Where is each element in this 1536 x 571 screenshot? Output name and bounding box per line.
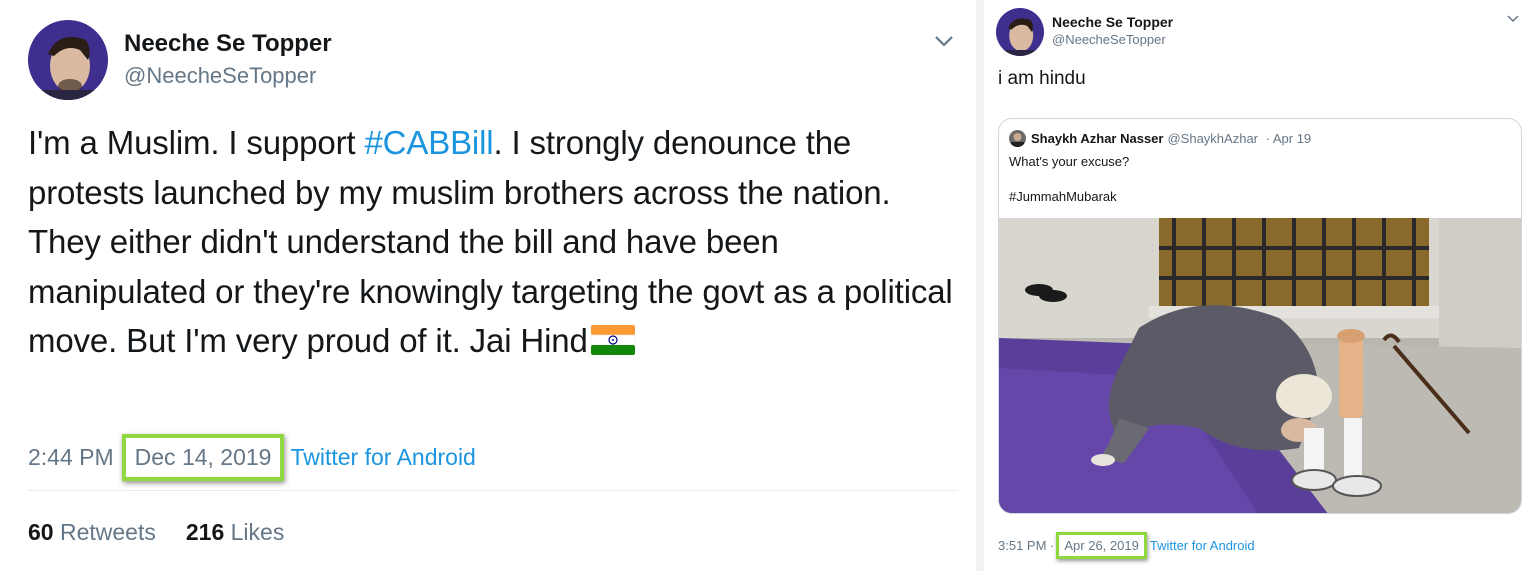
tweet-meta: 3:51 PM · Apr 26, 2019 Twitter for Android (998, 532, 1255, 559)
tweet-date-highlight: Dec 14, 2019 (121, 434, 285, 481)
quoted-avatar (1009, 130, 1026, 147)
quoted-date: · Apr 19 (1265, 131, 1312, 146)
quoted-tweet[interactable]: Shaykh Azhar Nasser @ShaykhAzhar · Apr 19… (998, 118, 1522, 514)
quoted-author-handle: @ShaykhAzhar (1167, 131, 1259, 146)
tweet-source-link[interactable]: Twitter for Android (1150, 538, 1255, 553)
tweet-time[interactable]: 3:51 PM (998, 538, 1046, 553)
author-name[interactable]: Neeche Se Topper (124, 30, 332, 58)
author-handle[interactable]: @NeecheSeTopper (1052, 32, 1166, 47)
retweets-count[interactable]: 60 (28, 519, 54, 545)
tweet-source-link[interactable]: Twitter for Android (290, 444, 475, 470)
tweet-date-highlight: Apr 26, 2019 (1056, 532, 1147, 559)
avatar[interactable] (28, 20, 108, 100)
tweet-date[interactable]: Dec 14, 2019 (135, 444, 272, 470)
quoted-hashtag: #JummahMubarak (1009, 189, 1117, 204)
retweets-label[interactable]: Retweets (60, 519, 156, 545)
india-flag-emoji (590, 320, 636, 355)
tweet-text: I'm a Muslim. I support #CABBill. I stro… (28, 118, 963, 366)
tweet-stats: 60 Retweets 216 Likes (28, 519, 284, 546)
tweet-left: Neeche Se Topper @NeecheSeTopper I'm a M… (0, 0, 972, 571)
avatar[interactable] (996, 8, 1044, 56)
tweet-time[interactable]: 2:44 PM (28, 444, 114, 470)
tweet-date[interactable]: Apr 26, 2019 (1064, 538, 1138, 553)
author-handle[interactable]: @NeecheSeTopper (124, 63, 316, 89)
likes-count[interactable]: 216 (186, 519, 224, 545)
author-name[interactable]: Neeche Se Topper (1052, 14, 1173, 30)
chevron-down-icon[interactable] (1506, 12, 1520, 24)
tweet-text-before: I'm a Muslim. I support (28, 124, 365, 161)
meta-separator: · (1050, 538, 1055, 553)
divider (28, 490, 958, 491)
tweet-text: i am hindu (998, 68, 1086, 89)
likes-label[interactable]: Likes (231, 519, 285, 545)
hashtag-link[interactable]: #CABBill (364, 124, 493, 161)
quoted-header: Shaykh Azhar Nasser @ShaykhAzhar · Apr 19 (1031, 131, 1311, 146)
image-separator (976, 0, 984, 571)
tweet-right: Neeche Se Topper @NeecheSeTopper i am hi… (986, 0, 1536, 571)
quoted-photo[interactable] (999, 218, 1521, 513)
quoted-text: What's your excuse? (1009, 154, 1130, 169)
tweet-meta: 2:44 PM Dec 14, 2019 Twitter for Android (28, 434, 476, 481)
chevron-down-icon[interactable] (932, 30, 956, 52)
quoted-author-name: Shaykh Azhar Nasser (1031, 131, 1164, 146)
